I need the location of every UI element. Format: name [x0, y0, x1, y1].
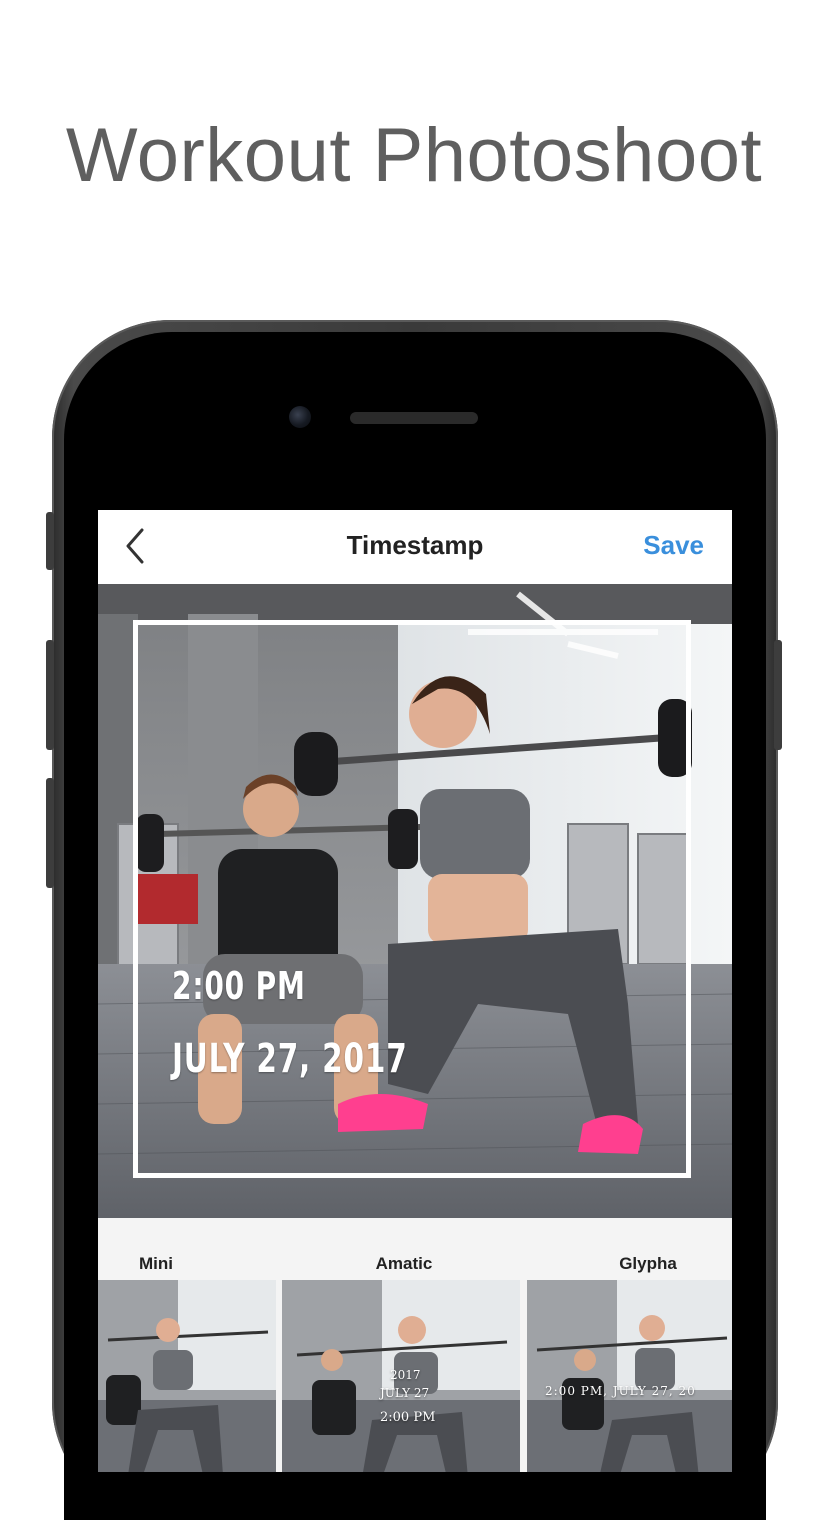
style-thumb-mini[interactable] [98, 1280, 276, 1472]
style-thumb-amatic[interactable]: 2017 JULY 27 2:00 PM [282, 1280, 520, 1472]
save-button[interactable]: Save [643, 530, 704, 561]
phone-mute-switch [46, 512, 54, 570]
timestamp-date: JULY 27, 2017 [172, 1036, 408, 1082]
amatic-stamp-line-1: 2017 [390, 1368, 421, 1382]
timestamp-frame [133, 620, 691, 1178]
style-label-amatic: Amatic [375, 1254, 433, 1273]
phone-volume-up [46, 640, 54, 750]
style-label-glypha: Glypha [619, 1254, 677, 1273]
style-label-mini: Mini [139, 1254, 173, 1273]
front-camera [289, 406, 311, 428]
page-title: Timestamp [346, 530, 484, 560]
headline: Workout Photoshoot [65, 113, 763, 198]
phone-power-button [774, 640, 782, 750]
thumb-photo [527, 1280, 732, 1472]
glypha-stamp-line: 2:00 PM, JULY 27, 20 [545, 1384, 696, 1398]
timestamp-time: 2:00 PM [172, 964, 306, 1008]
app-screen: Timestamp Save 2:00 PM JULY 27, 2017 Min… [98, 510, 732, 1472]
style-picker: Mini Amatic Glypha 2017 JULY 27 2:00 PM … [98, 1218, 732, 1472]
navigation-bar: Timestamp Save [98, 510, 732, 584]
phone-volume-down [46, 778, 54, 888]
earpiece-speaker [350, 412, 478, 424]
amatic-stamp-line-2: JULY 27 [380, 1386, 430, 1400]
photo-preview[interactable]: 2:00 PM JULY 27, 2017 [98, 584, 732, 1218]
amatic-stamp-line-3: 2:00 PM [380, 1410, 436, 1425]
thumb-photo [98, 1280, 276, 1472]
style-thumb-glypha[interactable]: 2:00 PM, JULY 27, 20 [527, 1280, 732, 1472]
